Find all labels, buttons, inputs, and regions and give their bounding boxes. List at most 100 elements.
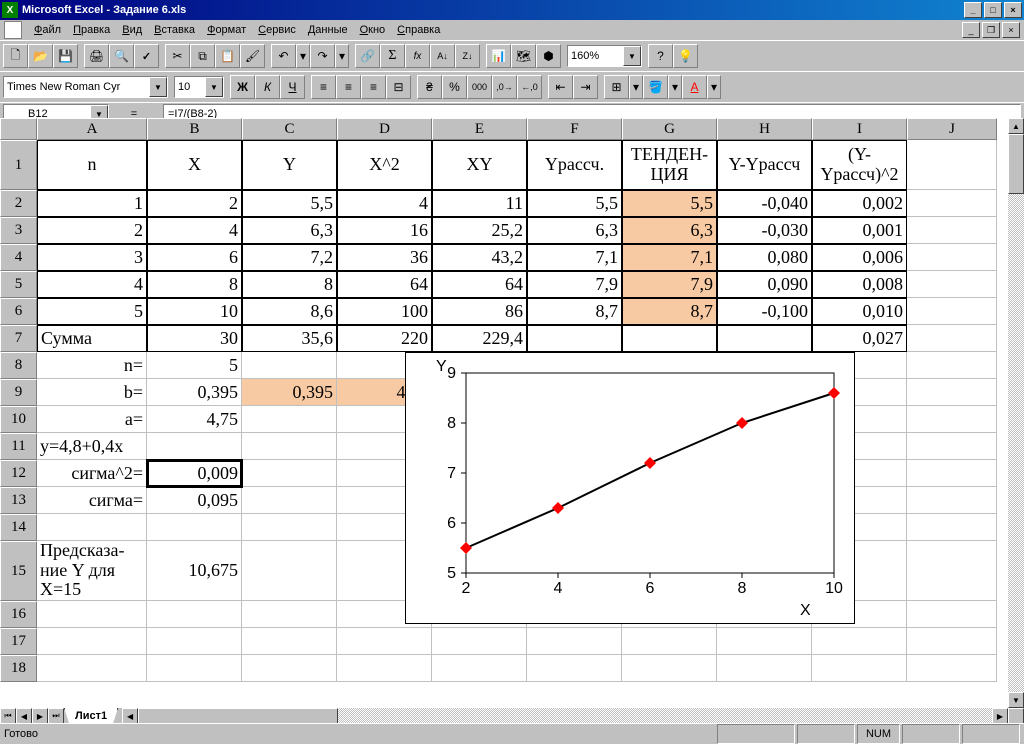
cell[interactable]: [907, 433, 997, 460]
embedded-chart[interactable]: 24681056789XY: [405, 352, 855, 624]
cell[interactable]: сигма=: [37, 487, 147, 514]
cell[interactable]: 1: [37, 190, 147, 217]
font-color-button[interactable]: A: [682, 75, 707, 99]
cell[interactable]: [812, 655, 907, 682]
row-header-10[interactable]: 10: [0, 406, 37, 433]
cell[interactable]: 0,009: [147, 460, 242, 487]
cell[interactable]: 4: [37, 271, 147, 298]
cell[interactable]: a=: [37, 406, 147, 433]
cell[interactable]: 64: [432, 271, 527, 298]
fill-dropdown[interactable]: ▾: [668, 75, 682, 99]
scroll-down-button[interactable]: ▼: [1008, 692, 1024, 708]
menu-Правка[interactable]: Правка: [67, 22, 116, 38]
decrease-indent-button[interactable]: ⇤: [548, 75, 573, 99]
cell[interactable]: [907, 298, 997, 325]
autosum-button[interactable]: Σ: [380, 44, 405, 68]
help-button[interactable]: ?: [648, 44, 673, 68]
row-header-5[interactable]: 5: [0, 271, 37, 298]
borders-dropdown[interactable]: ▾: [629, 75, 643, 99]
col-header-A[interactable]: A: [37, 118, 147, 140]
row-header-3[interactable]: 3: [0, 217, 37, 244]
paste-button[interactable]: 📋: [215, 44, 240, 68]
cell[interactable]: [907, 487, 997, 514]
cell[interactable]: n: [37, 140, 147, 190]
cell[interactable]: [147, 655, 242, 682]
menu-Справка[interactable]: Справка: [391, 22, 446, 38]
row-header-12[interactable]: 12: [0, 460, 37, 487]
cell[interactable]: [242, 601, 337, 628]
cell[interactable]: 5,5: [622, 190, 717, 217]
row-header-11[interactable]: 11: [0, 433, 37, 460]
cell[interactable]: 10: [147, 298, 242, 325]
row-header-16[interactable]: 16: [0, 601, 37, 628]
cell[interactable]: 0,095: [147, 487, 242, 514]
cell[interactable]: 7,2: [242, 244, 337, 271]
vertical-scrollbar[interactable]: ▲ ▼: [1008, 118, 1024, 708]
minimize-button[interactable]: _: [964, 2, 982, 18]
preview-button[interactable]: 🔍: [109, 44, 134, 68]
row-header-17[interactable]: 17: [0, 628, 37, 655]
cell[interactable]: Y-Yрассч: [717, 140, 812, 190]
cell[interactable]: [907, 325, 997, 352]
cell[interactable]: 8,7: [622, 298, 717, 325]
menu-Вид[interactable]: Вид: [116, 22, 148, 38]
sheet-tab[interactable]: Лист1: [64, 708, 118, 725]
cell[interactable]: XY: [432, 140, 527, 190]
cut-button[interactable]: ✂: [165, 44, 190, 68]
cell[interactable]: [907, 352, 997, 379]
increase-decimal-button[interactable]: ,0→: [492, 75, 517, 99]
undo-dropdown[interactable]: ▾: [296, 44, 310, 68]
cell[interactable]: [242, 514, 337, 541]
cell[interactable]: сигма^2=: [37, 460, 147, 487]
cell[interactable]: [717, 325, 812, 352]
cell[interactable]: 6,3: [527, 217, 622, 244]
cell[interactable]: b=: [37, 379, 147, 406]
cell[interactable]: [242, 487, 337, 514]
cell[interactable]: Сумма: [37, 325, 147, 352]
increase-indent-button[interactable]: ⇥: [573, 75, 598, 99]
cell[interactable]: 0,027: [812, 325, 907, 352]
col-header-H[interactable]: H: [717, 118, 812, 140]
cell[interactable]: 5: [147, 352, 242, 379]
tab-next-button[interactable]: ▶: [32, 708, 48, 724]
cell[interactable]: Предсказа-ние Y для X=15: [37, 541, 147, 601]
tab-last-button[interactable]: ⏭: [48, 708, 64, 724]
map-button[interactable]: 🗺: [511, 44, 536, 68]
cell[interactable]: [622, 655, 717, 682]
open-button[interactable]: 📂: [28, 44, 53, 68]
cell[interactable]: 2: [147, 190, 242, 217]
cell[interactable]: 4,75: [147, 406, 242, 433]
assist-button[interactable]: 💡: [673, 44, 698, 68]
cell[interactable]: [907, 379, 997, 406]
cell[interactable]: [907, 460, 997, 487]
align-center-button[interactable]: ≡: [336, 75, 361, 99]
format-painter-button[interactable]: 🖌: [240, 44, 265, 68]
cell[interactable]: [717, 655, 812, 682]
row-header-14[interactable]: 14: [0, 514, 37, 541]
cell[interactable]: [527, 655, 622, 682]
cell[interactable]: [907, 628, 997, 655]
row-header-6[interactable]: 6: [0, 298, 37, 325]
cell[interactable]: 0,006: [812, 244, 907, 271]
mdi-restore-button[interactable]: ❐: [982, 22, 1000, 38]
row-header-8[interactable]: 8: [0, 352, 37, 379]
cell[interactable]: [242, 628, 337, 655]
spellcheck-button[interactable]: ✓: [134, 44, 159, 68]
cell[interactable]: [337, 628, 432, 655]
cell[interactable]: 0,008: [812, 271, 907, 298]
cell[interactable]: 7,9: [527, 271, 622, 298]
hyperlink-button[interactable]: 🔗: [355, 44, 380, 68]
cell[interactable]: [432, 628, 527, 655]
cell[interactable]: 25,2: [432, 217, 527, 244]
row-header-9[interactable]: 9: [0, 379, 37, 406]
fill-color-button[interactable]: 🪣: [643, 75, 668, 99]
col-header-B[interactable]: B: [147, 118, 242, 140]
col-header-C[interactable]: C: [242, 118, 337, 140]
merge-center-button[interactable]: ⊟: [386, 75, 411, 99]
cell[interactable]: [907, 406, 997, 433]
align-right-button[interactable]: ≡: [361, 75, 386, 99]
cell[interactable]: X^2: [337, 140, 432, 190]
menu-Файл[interactable]: Файл: [28, 22, 67, 38]
cell[interactable]: 229,4: [432, 325, 527, 352]
cell[interactable]: [242, 460, 337, 487]
